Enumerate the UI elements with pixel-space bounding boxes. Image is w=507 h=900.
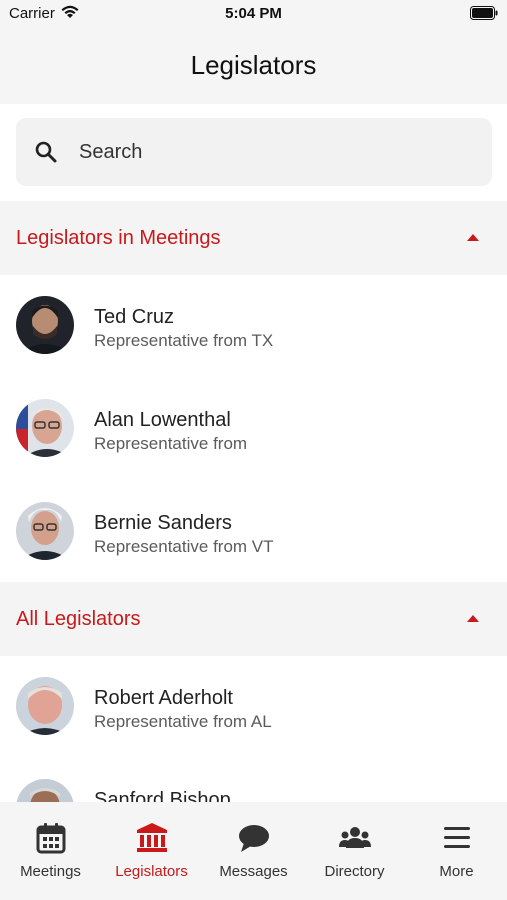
search-input[interactable]: [79, 141, 459, 164]
tab-bar: Meetings Legislators Messages Directory …: [0, 802, 507, 900]
chat-bubble-icon: [203, 822, 304, 854]
collapse-caret-icon[interactable]: [467, 234, 479, 241]
tab-meetings[interactable]: Meetings: [0, 802, 101, 900]
tab-label: Messages: [219, 863, 288, 880]
legislator-row[interactable]: Alan Lowenthal Representative from: [0, 399, 507, 501]
legislator-row[interactable]: Sanford Bishop: [0, 779, 507, 802]
legislator-name: Alan Lowenthal: [94, 409, 231, 431]
legislator-name: Bernie Sanders: [94, 512, 232, 534]
tab-directory[interactable]: Directory: [304, 802, 405, 900]
search-icon[interactable]: [34, 140, 58, 169]
legislator-subtitle: Representative from VT: [94, 537, 274, 556]
legislator-subtitle: Representative from AL: [94, 712, 272, 731]
tab-label: More: [439, 863, 474, 880]
calendar-icon: [0, 822, 101, 854]
section-header-all-legislators[interactable]: All Legislators: [0, 582, 507, 656]
tab-label: Meetings: [20, 863, 81, 880]
section-title: All Legislators: [16, 608, 141, 630]
avatar: [16, 677, 74, 735]
avatar: [16, 779, 74, 802]
navigation-bar: Legislators: [0, 28, 507, 104]
menu-icon: [406, 822, 507, 854]
tab-legislators[interactable]: Legislators: [101, 802, 202, 900]
section-title: Legislators in Meetings: [16, 227, 221, 249]
status-bar: Carrier 5:04 PM: [0, 0, 507, 28]
legislator-subtitle: Representative from TX: [94, 331, 274, 350]
page-title: Legislators: [190, 50, 317, 80]
avatar: [16, 399, 74, 457]
tab-label: Legislators: [115, 863, 188, 880]
avatar: [16, 502, 74, 560]
tab-label: Directory: [324, 863, 385, 880]
legislator-row[interactable]: Ted Cruz Representative from TX: [0, 296, 507, 398]
capitol-icon: [101, 822, 202, 854]
legislator-name: Sanford Bishop: [94, 789, 231, 802]
legislator-name: Robert Aderholt: [94, 687, 233, 709]
collapse-caret-icon[interactable]: [467, 615, 479, 622]
people-icon: [304, 822, 405, 854]
avatar: [16, 296, 74, 354]
tab-messages[interactable]: Messages: [203, 802, 304, 900]
legislator-name: Ted Cruz: [94, 306, 175, 328]
legislator-row[interactable]: Robert Aderholt Representative from AL: [0, 677, 507, 779]
tab-more[interactable]: More: [406, 802, 507, 900]
battery-icon: [470, 6, 498, 25]
legislator-subtitle: Representative from: [94, 434, 248, 453]
clock: 5:04 PM: [225, 5, 282, 22]
section-header-legislators-in-meetings[interactable]: Legislators in Meetings: [0, 201, 507, 275]
